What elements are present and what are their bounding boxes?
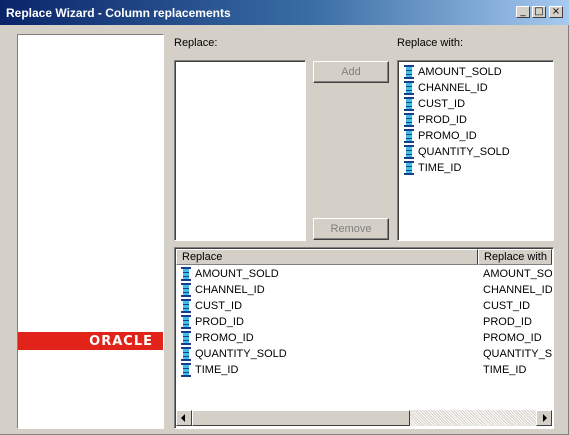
cell-replace-with[interactable]: PROMO_ID xyxy=(483,330,552,346)
table-row[interactable]: PROMO_ID xyxy=(181,330,475,346)
replace-with-label: Replace with: xyxy=(397,37,464,49)
list-item[interactable]: PROD_ID xyxy=(404,112,467,128)
list-item-label: CHANNEL_ID xyxy=(418,82,488,94)
replace-wizard-window: Replace Wizard - Column replacements _ □… xyxy=(0,0,569,435)
list-item[interactable]: CUST_ID xyxy=(404,96,465,112)
replacement-grid[interactable]: Replace Replace with AMOUNT_SOLD AMOUNT_S… xyxy=(174,247,554,429)
grid-header-replace-with[interactable]: Replace with xyxy=(478,249,552,265)
cell-replace-with[interactable]: QUANTITY_SOLD xyxy=(483,346,552,362)
column-icon xyxy=(404,129,414,143)
column-icon xyxy=(404,161,414,175)
column-icon xyxy=(404,65,414,79)
cell-replace-with[interactable]: CUST_ID xyxy=(483,298,552,314)
cell-replace: TIME_ID xyxy=(195,364,239,376)
list-item-label: AMOUNT_SOLD xyxy=(418,66,502,78)
cell-replace: AMOUNT_SOLD xyxy=(195,268,279,280)
horizontal-scrollbar[interactable] xyxy=(176,410,552,426)
scroll-left-button[interactable] xyxy=(176,410,192,426)
title-bar[interactable]: Replace Wizard - Column replacements _ □… xyxy=(0,0,569,25)
column-icon xyxy=(404,97,414,111)
oracle-logo: ORACLE xyxy=(89,334,153,349)
list-item-label: PROD_ID xyxy=(418,114,467,126)
table-row[interactable]: PROD_ID xyxy=(181,314,475,330)
scroll-thumb[interactable] xyxy=(192,410,410,426)
cell-replace-with[interactable]: CHANNEL_ID xyxy=(483,282,552,298)
column-icon xyxy=(404,81,414,95)
minimize-button[interactable]: _ xyxy=(516,6,530,18)
cell-replace: PROMO_ID xyxy=(195,332,254,344)
scroll-right-icon xyxy=(543,414,547,422)
cell-replace-with[interactable]: TIME_ID xyxy=(483,362,552,378)
table-row[interactable]: AMOUNT_SOLD xyxy=(181,266,475,282)
table-row[interactable]: TIME_ID xyxy=(181,362,475,378)
cell-replace: CHANNEL_ID xyxy=(195,284,265,296)
maximize-button[interactable]: □ xyxy=(532,6,546,18)
grid-header-replace[interactable]: Replace xyxy=(176,249,478,265)
replace-with-listbox[interactable]: AMOUNT_SOLD CHANNEL_ID CUST_ID PROD_ID PROMO… xyxy=(397,60,554,241)
cell-replace: CUST_ID xyxy=(195,300,243,312)
table-row[interactable]: CUST_ID xyxy=(181,298,475,314)
list-item[interactable]: PROMO_ID xyxy=(404,128,477,144)
list-item[interactable]: CHANNEL_ID xyxy=(404,80,488,96)
column-icon xyxy=(181,315,191,329)
column-icon xyxy=(181,363,191,377)
table-row[interactable]: QUANTITY_SOLD xyxy=(181,346,475,362)
column-icon xyxy=(181,267,191,281)
list-item-label: CUST_ID xyxy=(418,98,466,110)
window-title: Replace Wizard - Column replacements xyxy=(6,6,231,20)
list-item[interactable]: TIME_ID xyxy=(404,160,461,176)
column-icon xyxy=(181,347,191,361)
column-icon xyxy=(181,283,191,297)
list-item[interactable]: AMOUNT_SOLD xyxy=(404,64,502,80)
column-icon xyxy=(181,331,191,345)
column-icon xyxy=(181,299,191,313)
scroll-right-button[interactable] xyxy=(536,410,552,426)
replace-label: Replace: xyxy=(174,37,218,49)
cell-replace-with[interactable]: PROD_ID xyxy=(483,314,552,330)
cell-replace: PROD_ID xyxy=(195,316,244,328)
column-icon xyxy=(404,113,414,127)
cell-replace: QUANTITY_SOLD xyxy=(195,348,287,360)
list-item[interactable]: QUANTITY_SOLD xyxy=(404,144,510,160)
list-item-label: TIME_ID xyxy=(418,162,462,174)
scroll-left-icon xyxy=(181,414,185,422)
table-row[interactable]: CHANNEL_ID xyxy=(181,282,475,298)
list-item-label: QUANTITY_SOLD xyxy=(418,146,510,158)
close-button[interactable]: × xyxy=(549,6,563,18)
replace-listbox[interactable] xyxy=(174,60,306,241)
oracle-banner: ORACLE xyxy=(18,332,163,350)
cell-replace-with[interactable]: AMOUNT_SOLD xyxy=(483,266,552,282)
list-item-label: PROMO_ID xyxy=(418,130,477,142)
column-icon xyxy=(404,145,414,159)
add-button[interactable]: Add xyxy=(313,61,389,83)
remove-button[interactable]: Remove xyxy=(313,218,389,240)
wizard-image-panel: ORACLE xyxy=(17,34,164,429)
